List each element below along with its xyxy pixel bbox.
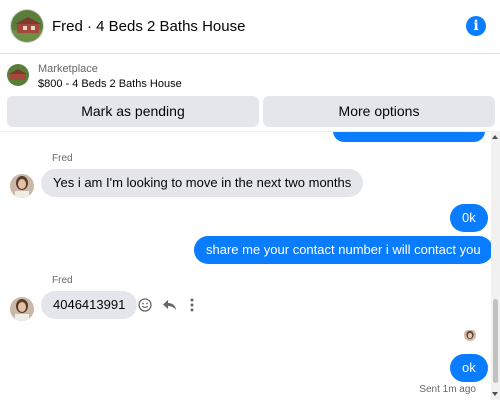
sender-name: Fred (52, 153, 73, 164)
sender-avatar[interactable] (10, 174, 34, 198)
outgoing-message-bubble[interactable] (333, 132, 485, 142)
incoming-message-bubble[interactable]: Yes i am I'm looking to move in the next… (41, 169, 364, 197)
scroll-down-icon[interactable] (492, 392, 498, 396)
more-actions-icon[interactable] (190, 298, 194, 317)
scrollbar[interactable] (491, 131, 500, 400)
incoming-message-bubble[interactable]: 4046413991 (41, 291, 138, 319)
listing-title[interactable]: $800 - 4 Beds 2 Baths House (38, 78, 182, 90)
sender-avatar[interactable] (10, 297, 34, 321)
reply-icon[interactable] (162, 298, 177, 317)
outgoing-message-bubble[interactable]: 0k (450, 204, 488, 232)
seen-avatar (464, 329, 476, 341)
listing-thumbnail[interactable] (7, 64, 29, 86)
outgoing-message-bubble[interactable]: share me your contact number i will cont… (194, 236, 493, 264)
message-status: Sent 1m ago (419, 384, 476, 395)
sender-name: Fred (52, 275, 73, 286)
conversation-title: Fred · 4 Beds 2 Baths House (52, 18, 246, 35)
info-icon[interactable]: i (466, 16, 486, 36)
conversation-header: Fred · 4 Beds 2 Baths House i (0, 0, 500, 54)
scrollbar-thumb[interactable] (493, 299, 498, 383)
scroll-up-icon[interactable] (492, 135, 498, 139)
smiley-icon[interactable] (138, 298, 152, 317)
message-thread: Fred Yes i am I'm looking to move in the… (0, 131, 500, 400)
listing-avatar[interactable] (10, 9, 44, 43)
listing-source: Marketplace (38, 63, 98, 75)
outgoing-message-bubble[interactable]: ok (450, 354, 488, 382)
marketplace-listing: Marketplace $800 - 4 Beds 2 Baths House … (0, 55, 500, 131)
more-options-button[interactable]: More options (263, 96, 495, 127)
mark-as-pending-button[interactable]: Mark as pending (7, 96, 259, 127)
